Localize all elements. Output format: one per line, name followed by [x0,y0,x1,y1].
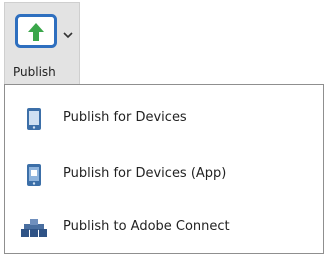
ribbon-area: Publish [0,0,331,92]
publish-upload-icon [15,13,59,49]
adobe-connect-icon [19,213,49,243]
publish-label: Publish [13,65,56,79]
publish-button[interactable]: Publish [4,2,80,84]
mobile-app-icon [19,160,49,190]
menu-item-publish-to-adobe-connect[interactable]: Publish to Adobe Connect [5,206,323,250]
menu-item-label: Publish for Devices [63,110,187,125]
mobile-device-icon [19,104,49,134]
menu-item-label: Publish to Adobe Connect [63,219,230,234]
chevron-down-icon[interactable] [62,25,74,39]
publish-dropdown-menu: Publish for Devices Publish for Devices … [4,84,324,254]
menu-item-publish-for-devices-app[interactable]: Publish for Devices (App) [5,153,323,197]
menu-item-publish-for-devices[interactable]: Publish for Devices [5,97,323,141]
menu-item-label: Publish for Devices (App) [63,166,227,181]
